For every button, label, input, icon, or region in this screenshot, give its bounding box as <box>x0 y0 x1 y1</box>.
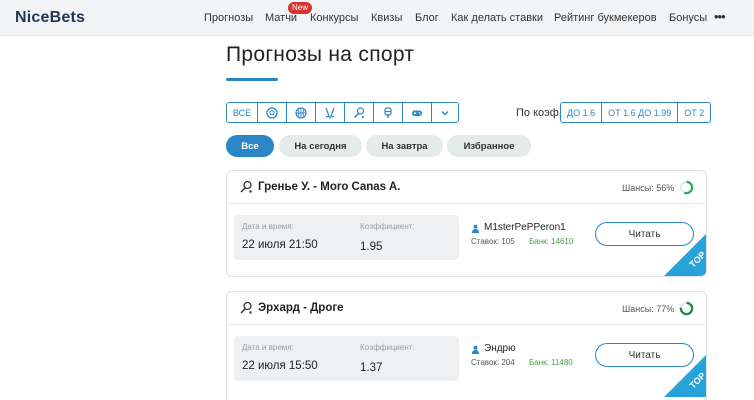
site-logo[interactable]: NiceBets <box>15 9 85 27</box>
chance-ring-icon <box>679 180 694 195</box>
title-underline <box>226 78 278 81</box>
user-icon <box>471 345 480 354</box>
tennis-icon <box>240 180 252 193</box>
nav-how-to-bet[interactable]: Как делать ставки <box>451 12 543 24</box>
sport-filter-tennis[interactable] <box>345 103 374 122</box>
top-ribbon: TOP <box>664 234 706 276</box>
sport-filter-basketball[interactable] <box>287 103 316 122</box>
date-label: Дата и время: <box>242 222 294 231</box>
soccer-ball-icon <box>266 106 278 119</box>
tab-today[interactable]: На сегодня <box>279 135 362 157</box>
sport-filter-hockey[interactable] <box>316 103 345 122</box>
more-menu-icon[interactable]: ••• <box>714 9 726 24</box>
date-label: Дата и время: <box>242 343 294 352</box>
prediction-card[interactable]: Гренье У. - Moro Canas A. Шансы: 56% Дат… <box>226 170 707 277</box>
author-bets-count: Ставок: 105 <box>471 237 515 246</box>
nav-blog[interactable]: Блог <box>415 12 439 24</box>
coef-value: 1.37 <box>360 362 383 374</box>
user-icon <box>471 224 480 233</box>
date-value: 22 июля 15:50 <box>242 360 318 372</box>
sport-filter-esports[interactable] <box>403 103 432 122</box>
match-title[interactable]: Эрхард - Дроге <box>258 302 344 314</box>
nav-konkursy[interactable]: Конкурсы <box>310 12 358 24</box>
tab-tomorrow[interactable]: На завтра <box>366 135 443 157</box>
coef-filter-1-6-to-1-99[interactable]: ОТ 1.6 ДО 1.99 <box>602 103 679 122</box>
sport-filter-all[interactable]: ВСЕ <box>227 103 258 122</box>
bet-info-box: Дата и время: 22 июля 21:50 Коэффициент:… <box>234 215 459 260</box>
coef-label: Коэффициент: <box>360 222 415 231</box>
tennis-icon <box>354 106 365 118</box>
coef-value: 1.95 <box>360 241 383 253</box>
top-ribbon: TOP <box>664 355 706 397</box>
match-title[interactable]: Гренье У. - Moro Canas A. <box>258 181 400 193</box>
author-bank: Банк: 11480 <box>529 358 573 367</box>
hockey-icon <box>325 107 335 118</box>
nav-bonusy[interactable]: Бонусы <box>669 12 707 24</box>
sport-filter-more[interactable] <box>432 103 458 122</box>
chance-text: Шансы: 56% <box>622 183 675 193</box>
chance-text: Шансы: 77% <box>622 304 675 314</box>
coef-filter-group: ДО 1.6 ОТ 1.6 ДО 1.99 ОТ 2 <box>560 102 712 123</box>
basketball-icon <box>295 106 307 119</box>
chevron-down-icon <box>441 110 449 115</box>
new-badge: New <box>288 2 313 14</box>
bet-info-box: Дата и время: 22 июля 15:50 Коэффициент:… <box>234 336 459 381</box>
author-bank: Банк: 14610 <box>529 237 574 246</box>
esports-icon <box>412 110 422 116</box>
coef-filter-from-2[interactable]: ОТ 2 <box>678 103 711 122</box>
nav-bookmaker-rating[interactable]: Рейтинг букмекеров <box>554 12 657 24</box>
tab-all[interactable]: Все <box>226 135 274 157</box>
coef-filter-label: По коэф. <box>516 107 562 119</box>
sport-filter-soccer[interactable] <box>258 103 287 122</box>
author-bets-count: Ставок: 204 <box>471 358 515 367</box>
coef-filter-under-1-6[interactable]: ДО 1.6 <box>561 103 603 122</box>
prediction-card[interactable]: Эрхард - Дроге Шансы: 77% Дата и время: … <box>226 291 707 400</box>
chance-ring-icon <box>679 301 694 316</box>
date-value: 22 июля 21:50 <box>242 239 318 251</box>
sport-filter-table-tennis[interactable] <box>374 103 403 122</box>
card-header: Гренье У. - Moro Canas A. Шансы: 56% <box>227 171 706 204</box>
coef-label: Коэффициент: <box>360 343 415 352</box>
page-title: Прогнозы на спорт <box>226 43 415 66</box>
top-navigation-bar: NiceBets Прогнозы Матчи New Конкурсы Кви… <box>0 0 754 36</box>
nav-prognozy[interactable]: Прогнозы <box>204 12 253 24</box>
card-header: Эрхард - Дроге Шансы: 77% <box>227 292 706 325</box>
sport-filter-group: ВСЕ <box>226 102 459 123</box>
tennis-icon <box>240 301 252 314</box>
table-tennis-icon <box>384 106 392 118</box>
tab-favorites[interactable]: Избранное <box>447 135 531 157</box>
author-name[interactable]: M1sterPePPeron1 <box>484 222 566 233</box>
author-name[interactable]: Эндрю <box>484 343 516 354</box>
nav-kvizy[interactable]: Квизы <box>371 12 402 24</box>
